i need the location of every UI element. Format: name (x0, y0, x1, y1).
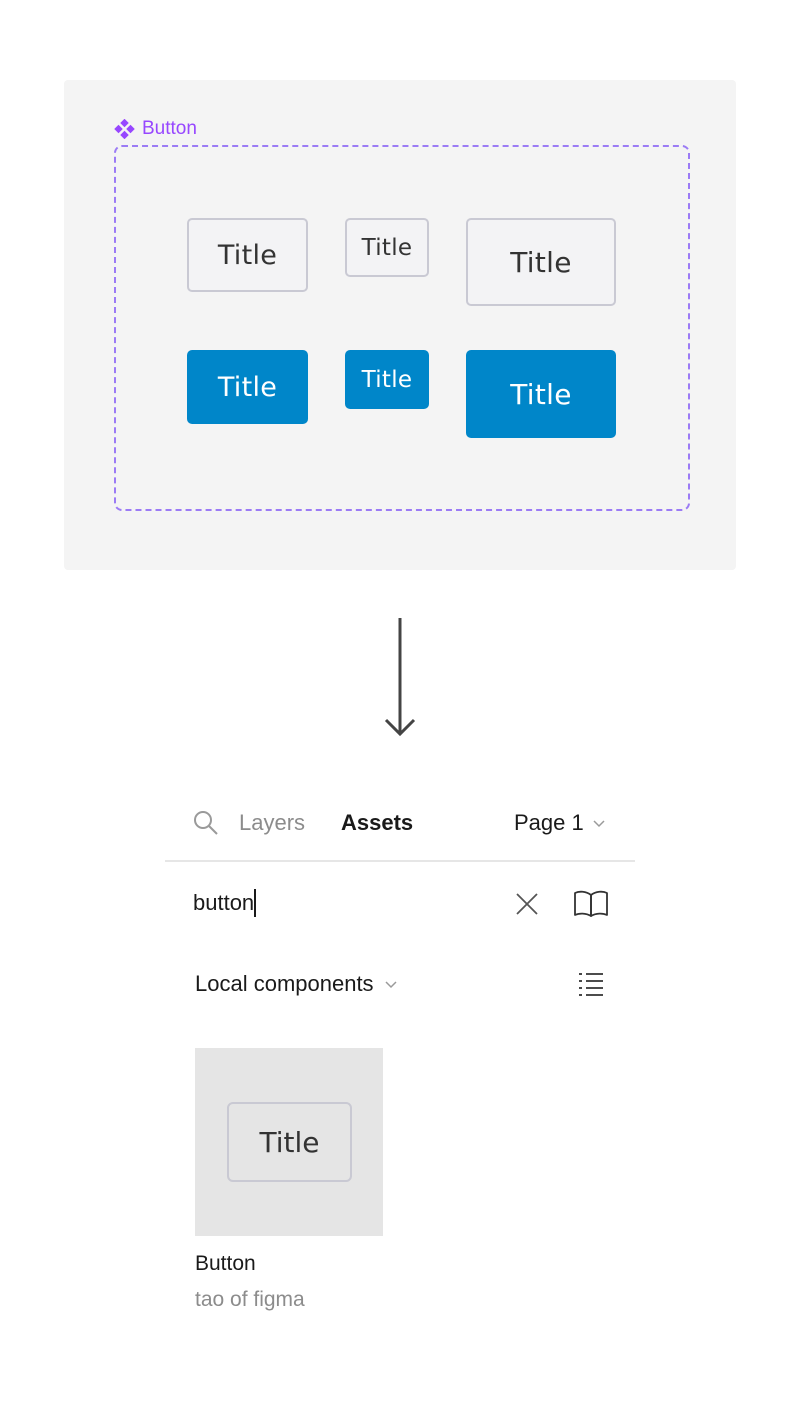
page-selector-label: Page 1 (514, 810, 584, 835)
tab-assets[interactable]: Assets (341, 810, 413, 836)
page-selector[interactable]: Page 1 (514, 810, 606, 836)
thumbnail-button-label: Title (259, 1125, 320, 1159)
list-view-icon[interactable] (577, 970, 605, 998)
arrow-down-icon (384, 618, 416, 737)
button-primary-small[interactable]: Title (345, 350, 429, 409)
search-input-value: button (193, 890, 255, 915)
panel-tabs-row: Layers Assets Page 1 (165, 800, 635, 862)
book-icon[interactable] (572, 889, 610, 919)
asset-source: tao of figma (195, 1288, 305, 1311)
close-icon[interactable] (514, 891, 540, 917)
button-label: Title (217, 239, 278, 271)
button-primary-medium[interactable]: Title (187, 350, 308, 424)
button-label: Title (510, 245, 572, 279)
button-secondary-medium[interactable]: Title (187, 218, 308, 292)
button-label: Title (217, 371, 278, 403)
button-secondary-small[interactable]: Title (345, 218, 429, 277)
chevron-down-icon (385, 981, 397, 989)
local-components-dropdown[interactable]: Local components (195, 970, 398, 998)
component-label[interactable]: Button (114, 118, 197, 140)
asset-name: Button (195, 1252, 256, 1275)
search-input[interactable]: button (193, 888, 257, 918)
button-primary-large[interactable]: Title (466, 350, 616, 438)
button-label: Title (510, 377, 572, 411)
button-secondary-large[interactable]: Title (466, 218, 616, 306)
button-label: Title (361, 366, 413, 393)
search-icon[interactable] (193, 810, 219, 836)
button-label: Title (361, 234, 413, 261)
tab-layers[interactable]: Layers (239, 810, 305, 836)
local-components-label: Local components (195, 971, 374, 996)
component-label-text: Button (142, 118, 197, 139)
thumbnail-button-preview: Title (227, 1102, 352, 1182)
component-set-frame[interactable] (114, 145, 690, 511)
text-caret (254, 889, 257, 917)
asset-thumbnail[interactable]: Title (195, 1048, 383, 1236)
component-diamond-icon (114, 119, 135, 139)
chevron-down-icon (593, 820, 605, 828)
